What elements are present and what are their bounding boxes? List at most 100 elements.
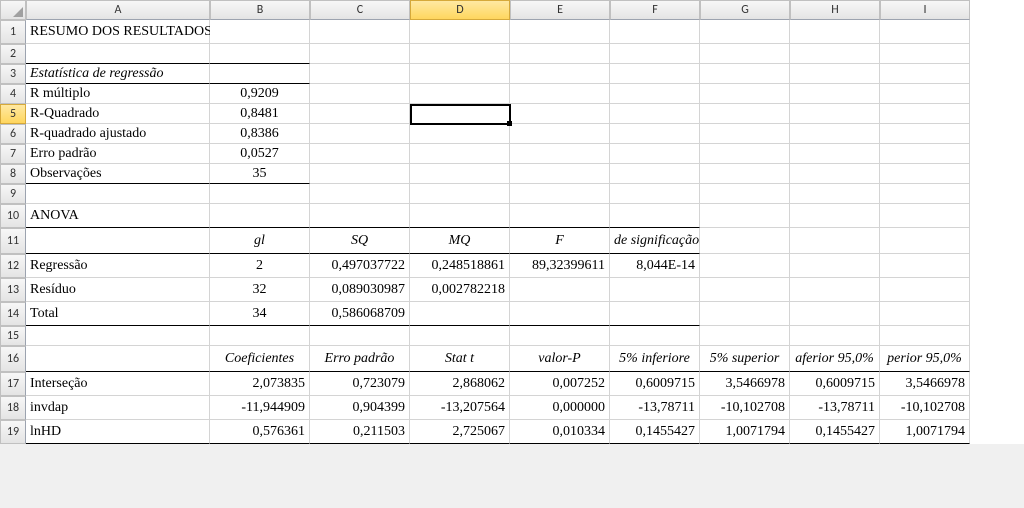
cell-E7[interactable] xyxy=(510,144,610,164)
cell-G11[interactable] xyxy=(700,228,790,254)
cell-I2[interactable] xyxy=(880,44,970,64)
cell-D9[interactable] xyxy=(410,184,510,204)
cell-G10[interactable] xyxy=(700,204,790,228)
cell-A11[interactable] xyxy=(26,228,210,254)
cell-F6[interactable] xyxy=(610,124,700,144)
cell-E3[interactable] xyxy=(510,64,610,84)
cell-A6[interactable]: R-quadrado ajustado xyxy=(26,124,210,144)
cell-G15[interactable] xyxy=(700,326,790,346)
cell-C13[interactable]: 0,089030987 xyxy=(310,278,410,302)
cell-F14[interactable] xyxy=(610,302,700,326)
cell-D10[interactable] xyxy=(410,204,510,228)
row-header-18[interactable]: 18 xyxy=(0,396,26,420)
cell-B3[interactable] xyxy=(210,64,310,84)
row-header-17[interactable]: 17 xyxy=(0,372,26,396)
cell-H9[interactable] xyxy=(790,184,880,204)
cell-G12[interactable] xyxy=(700,254,790,278)
cell-E16[interactable]: valor-P xyxy=(510,346,610,372)
cell-D8[interactable] xyxy=(410,164,510,184)
row-header-13[interactable]: 13 xyxy=(0,278,26,302)
cell-D16[interactable]: Stat t xyxy=(410,346,510,372)
cell-D7[interactable] xyxy=(410,144,510,164)
cell-H10[interactable] xyxy=(790,204,880,228)
cell-I7[interactable] xyxy=(880,144,970,164)
cell-B4[interactable]: 0,9209 xyxy=(210,84,310,104)
cell-C4[interactable] xyxy=(310,84,410,104)
cell-A8[interactable]: Observações xyxy=(26,164,210,184)
cell-D19[interactable]: 2,725067 xyxy=(410,420,510,444)
cell-F2[interactable] xyxy=(610,44,700,64)
cell-D15[interactable] xyxy=(410,326,510,346)
cell-H5[interactable] xyxy=(790,104,880,124)
cell-B7[interactable]: 0,0527 xyxy=(210,144,310,164)
cell-A10[interactable]: ANOVA xyxy=(26,204,210,228)
row-header-4[interactable]: 4 xyxy=(0,84,26,104)
cell-B1[interactable] xyxy=(210,20,310,44)
cell-E1[interactable] xyxy=(510,20,610,44)
cell-E13[interactable] xyxy=(510,278,610,302)
cell-H4[interactable] xyxy=(790,84,880,104)
row-header-7[interactable]: 7 xyxy=(0,144,26,164)
cell-E6[interactable] xyxy=(510,124,610,144)
cell-F18[interactable]: -13,78711 xyxy=(610,396,700,420)
cell-H14[interactable] xyxy=(790,302,880,326)
cell-G14[interactable] xyxy=(700,302,790,326)
cell-A14[interactable]: Total xyxy=(26,302,210,326)
col-header-G[interactable]: G xyxy=(700,0,790,20)
cell-D4[interactable] xyxy=(410,84,510,104)
cell-F12[interactable]: 8,044E-14 xyxy=(610,254,700,278)
cell-C12[interactable]: 0,497037722 xyxy=(310,254,410,278)
cell-A7[interactable]: Erro padrão xyxy=(26,144,210,164)
cell-I13[interactable] xyxy=(880,278,970,302)
cell-C16[interactable]: Erro padrão xyxy=(310,346,410,372)
cell-C3[interactable] xyxy=(310,64,410,84)
col-header-I[interactable]: I xyxy=(880,0,970,20)
cell-A19[interactable]: lnHD xyxy=(26,420,210,444)
cell-A15[interactable] xyxy=(26,326,210,346)
cell-E8[interactable] xyxy=(510,164,610,184)
cell-C1[interactable] xyxy=(310,20,410,44)
row-header-5[interactable]: 5 xyxy=(0,104,26,124)
cell-G9[interactable] xyxy=(700,184,790,204)
cell-E4[interactable] xyxy=(510,84,610,104)
row-header-14[interactable]: 14 xyxy=(0,302,26,326)
cell-B16[interactable]: Coeficientes xyxy=(210,346,310,372)
cell-D17[interactable]: 2,868062 xyxy=(410,372,510,396)
cell-C10[interactable] xyxy=(310,204,410,228)
cell-D5[interactable] xyxy=(410,104,510,124)
cell-F9[interactable] xyxy=(610,184,700,204)
cell-G8[interactable] xyxy=(700,164,790,184)
cell-C2[interactable] xyxy=(310,44,410,64)
cell-I18[interactable]: -10,102708 xyxy=(880,396,970,420)
cell-A17[interactable]: Interseção xyxy=(26,372,210,396)
cell-G2[interactable] xyxy=(700,44,790,64)
cell-C11[interactable]: SQ xyxy=(310,228,410,254)
col-header-F[interactable]: F xyxy=(610,0,700,20)
row-header-19[interactable]: 19 xyxy=(0,420,26,444)
cell-D2[interactable] xyxy=(410,44,510,64)
col-header-A[interactable]: A xyxy=(26,0,210,20)
cell-E19[interactable]: 0,010334 xyxy=(510,420,610,444)
cell-B18[interactable]: -11,944909 xyxy=(210,396,310,420)
cell-B6[interactable]: 0,8386 xyxy=(210,124,310,144)
cell-D6[interactable] xyxy=(410,124,510,144)
cell-H3[interactable] xyxy=(790,64,880,84)
cell-F16[interactable]: 5% inferiore xyxy=(610,346,700,372)
cell-I16[interactable]: perior 95,0% xyxy=(880,346,970,372)
cell-E11[interactable]: F xyxy=(510,228,610,254)
cell-G4[interactable] xyxy=(700,84,790,104)
cell-B12[interactable]: 2 xyxy=(210,254,310,278)
cell-F15[interactable] xyxy=(610,326,700,346)
spreadsheet-grid[interactable]: ABCDEFGHI1RESUMO DOS RESULTADOS23Estatís… xyxy=(0,0,1024,444)
cell-D12[interactable]: 0,248518861 xyxy=(410,254,510,278)
cell-D18[interactable]: -13,207564 xyxy=(410,396,510,420)
cell-G1[interactable] xyxy=(700,20,790,44)
cell-E17[interactable]: 0,007252 xyxy=(510,372,610,396)
col-header-C[interactable]: C xyxy=(310,0,410,20)
cell-C9[interactable] xyxy=(310,184,410,204)
cell-I6[interactable] xyxy=(880,124,970,144)
cell-H2[interactable] xyxy=(790,44,880,64)
cell-I5[interactable] xyxy=(880,104,970,124)
cell-C15[interactable] xyxy=(310,326,410,346)
select-all-corner[interactable] xyxy=(0,0,26,20)
